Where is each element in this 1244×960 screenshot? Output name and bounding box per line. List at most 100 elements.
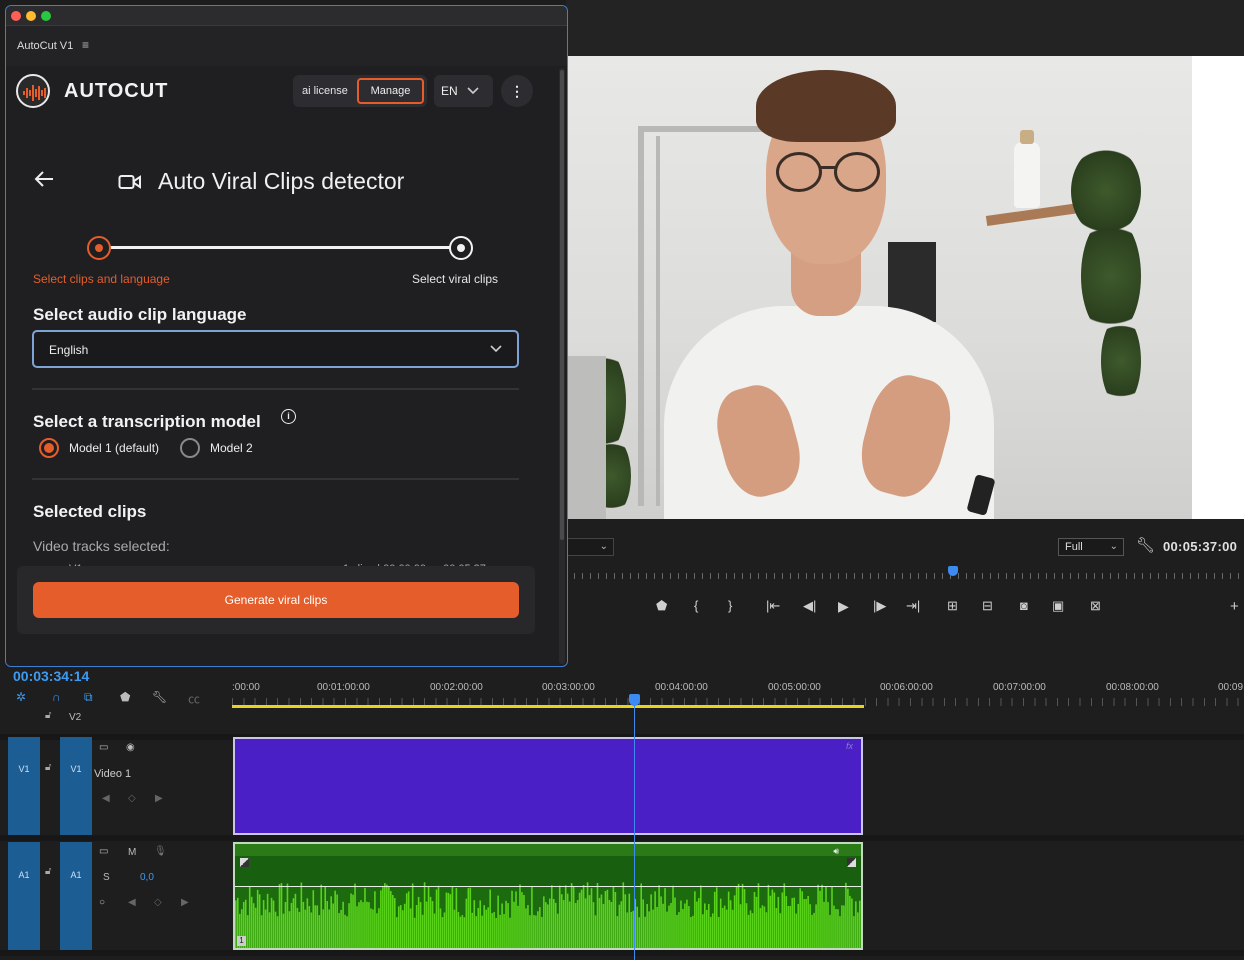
next-keyframe-icon[interactable]: ▶	[155, 793, 163, 804]
ruler-label: 00:05:00:00	[768, 682, 821, 693]
resolution-select[interactable]: Full ⌄	[1058, 538, 1124, 556]
snap-magnet-icon[interactable]: ∩	[52, 690, 61, 704]
ui-language-value: EN	[441, 84, 458, 98]
microphone-icon[interactable]: 🎙︎	[154, 846, 167, 857]
model-2-label[interactable]: Model 2	[210, 441, 253, 455]
prev-keyframe-icon[interactable]: ◀	[102, 793, 110, 804]
track-v2-header: 🔓︎ V2	[0, 708, 232, 734]
manage-license-button[interactable]: Manage	[357, 78, 424, 104]
license-label: ai license	[302, 85, 348, 97]
volume-value[interactable]: 0,0	[140, 872, 154, 883]
close-window-button[interactable]	[11, 11, 21, 21]
camera-export-frame-icon[interactable]: ◙	[1020, 598, 1028, 613]
add-button-icon[interactable]: +	[1230, 598, 1239, 615]
video-camera-icon	[118, 172, 142, 197]
step-2-label: Select viral clips	[412, 272, 499, 286]
lift-icon[interactable]: ⊞	[947, 598, 958, 614]
lock-icon[interactable]: 🔓︎	[45, 866, 51, 877]
volume-rubber-band[interactable]	[235, 886, 861, 887]
ruler-label: 00:09	[1218, 682, 1244, 693]
monitor-time-ruler[interactable]	[566, 566, 1244, 580]
lock-icon[interactable]: 🔓︎	[45, 710, 51, 721]
extract-icon[interactable]: ⊟	[982, 598, 993, 614]
speaker-icon: 🔊︎	[833, 846, 839, 856]
model-2-radio[interactable]	[180, 438, 200, 458]
more-options-icon[interactable]: ⋮	[501, 75, 533, 107]
audio-clip[interactable]: 🔊︎ 1	[233, 842, 863, 950]
comparison-view-icon[interactable]: ▣	[1052, 598, 1064, 614]
eye-icon[interactable]: ◉	[126, 742, 135, 753]
page-title: Auto Viral Clips detector	[158, 168, 405, 194]
step-forward-icon[interactable]: |▶	[873, 598, 886, 614]
wrench-icon[interactable]: 🔧︎	[152, 690, 167, 704]
track-separator	[0, 950, 1244, 956]
add-keyframe-icon[interactable]: ◇	[154, 897, 162, 908]
clip-number: 1	[237, 936, 246, 946]
back-arrow-icon[interactable]	[33, 168, 55, 197]
video-preview[interactable]	[566, 56, 1192, 519]
solo-button[interactable]: S	[103, 872, 110, 883]
info-icon[interactable]: i	[281, 409, 296, 424]
video-tracks-label: Video tracks selected:	[33, 538, 170, 554]
zoom-select[interactable]: ⌄	[566, 538, 614, 556]
go-to-out-icon[interactable]: ⇥|	[906, 598, 920, 614]
marker-icon[interactable]: ⬟	[656, 598, 667, 614]
model-1-label[interactable]: Model 1 (default)	[69, 441, 159, 455]
time-ruler[interactable]: :00:00 00:01:00:00 00:02:00:00 00:03:00:…	[232, 676, 1244, 708]
next-keyframe-icon[interactable]: ▶	[181, 897, 189, 908]
nest-sequence-icon[interactable]: ✲	[16, 690, 26, 704]
monitor-playhead[interactable]	[948, 566, 958, 576]
generate-viral-clips-button[interactable]: Generate viral clips	[33, 582, 519, 618]
language-section-title: Select audio clip language	[33, 305, 247, 324]
target-track-v1[interactable]: V1	[60, 737, 92, 835]
audio-waveform	[235, 882, 861, 948]
ruler-label: 00:06:00:00	[880, 682, 933, 693]
mute-button[interactable]: M	[128, 847, 136, 858]
scrollbar-thumb[interactable]	[560, 70, 564, 540]
source-patch-a1[interactable]: A1	[8, 842, 40, 950]
model-1-radio[interactable]	[39, 438, 59, 458]
chevron-down-icon: ⌄	[599, 541, 608, 552]
ruler-label: 00:04:00:00	[655, 682, 708, 693]
chevron-down-icon	[489, 341, 503, 358]
vr-toggle-icon[interactable]: ⊠	[1090, 598, 1101, 614]
mark-in-icon[interactable]: {	[694, 598, 698, 613]
audio-language-value: English	[49, 343, 89, 357]
video-clip[interactable]: fx	[233, 737, 863, 835]
ui-language-select[interactable]: EN	[434, 75, 493, 107]
prev-keyframe-icon[interactable]: ◀	[128, 897, 136, 908]
source-patch-v1[interactable]: V1	[8, 737, 40, 835]
linked-selection-icon[interactable]: ⧉	[84, 690, 93, 705]
voiceover-record-icon[interactable]: ○	[99, 897, 105, 908]
timeline-timecode[interactable]: 00:03:34:14	[13, 668, 89, 684]
step-2-indicator[interactable]	[449, 236, 473, 260]
captions-icon[interactable]: ㏄	[188, 690, 200, 707]
minimize-window-button[interactable]	[26, 11, 36, 21]
ruler-label: 00:07:00:00	[993, 682, 1046, 693]
lock-icon[interactable]: 🔓︎	[45, 762, 51, 773]
duration-timecode: 00:05:37:00	[1163, 539, 1238, 554]
hamburger-icon[interactable]: ≡	[82, 38, 89, 52]
maximize-window-button[interactable]	[41, 11, 51, 21]
mark-out-icon[interactable]: }	[728, 598, 732, 613]
transport-controls: ⬟ { } |⇤ ◀| ▶ |▶ ⇥| ⊞ ⊟ ◙ ▣ ⊠ +	[566, 598, 1244, 624]
chevron-down-icon: ⌄	[1109, 541, 1118, 552]
settings-wrench-icon[interactable]: 🔧︎	[1136, 536, 1155, 554]
work-area-bar[interactable]	[232, 705, 864, 708]
sync-lock-icon[interactable]: ▭	[99, 846, 108, 857]
add-keyframe-icon[interactable]: ◇	[128, 793, 136, 804]
audio-clip-header	[235, 844, 861, 856]
license-box: ai license Manage	[293, 75, 427, 107]
sync-lock-icon[interactable]: ▭	[99, 742, 108, 753]
track-separator	[0, 835, 1244, 841]
program-monitor: ⌄ Full ⌄ 🔧︎ 00:05:37:00 ⬟ { } |⇤ ◀| ▶ |▶…	[566, 0, 1244, 640]
step-1-indicator[interactable]	[87, 236, 111, 260]
clips-section-title: Selected clips	[33, 502, 147, 521]
audio-language-select[interactable]: English	[32, 330, 519, 368]
target-track-a1[interactable]: A1	[60, 842, 92, 950]
step-back-icon[interactable]: ◀|	[803, 598, 816, 614]
add-marker-icon[interactable]: ⬟	[120, 690, 130, 704]
panel-title[interactable]: AutoCut V1	[17, 40, 73, 52]
go-to-in-icon[interactable]: |⇤	[766, 598, 780, 614]
play-icon[interactable]: ▶	[838, 598, 849, 615]
